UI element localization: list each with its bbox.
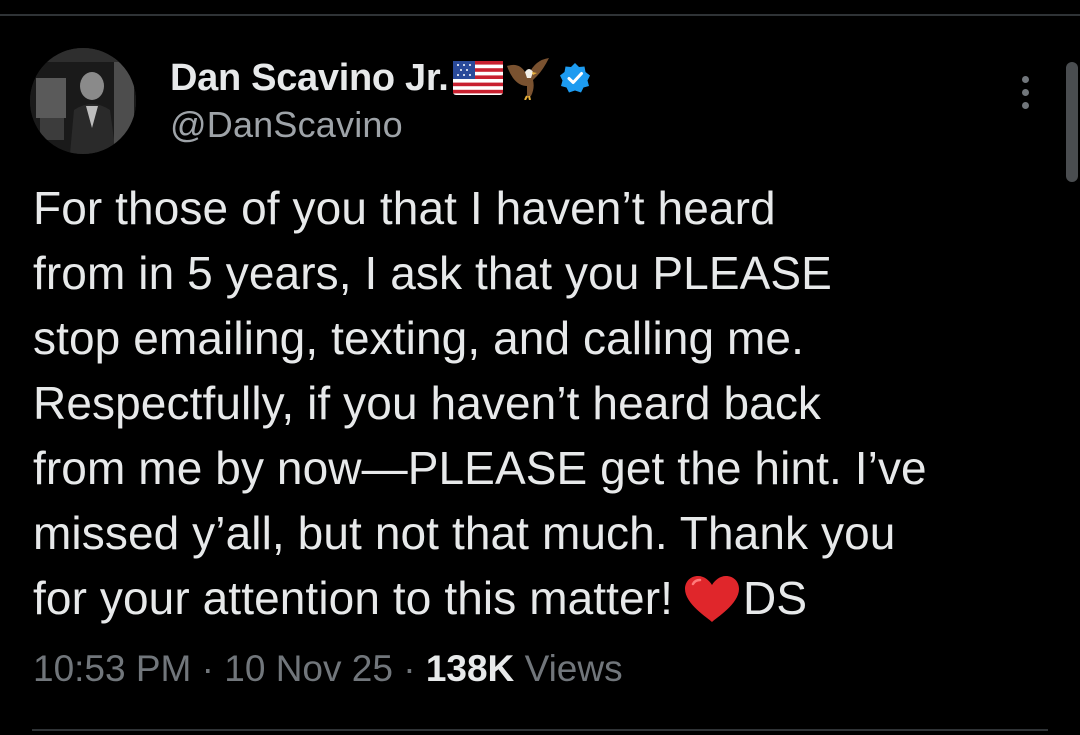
eagle-icon <box>505 56 551 101</box>
tweet-line: from in 5 years, I ask that you PLEASE <box>33 247 832 299</box>
more-options-button[interactable] <box>1010 70 1040 114</box>
author-handle[interactable]: @DanScavino <box>170 104 403 146</box>
avatar-photo <box>30 48 136 154</box>
tweet-line: Respectfully, if you haven’t heard back <box>33 377 822 429</box>
author-avatar[interactable] <box>30 48 136 154</box>
tweet-line: For those of you that I haven’t heard <box>33 182 776 234</box>
tweet-line: stop emailing, texting, and calling me. <box>33 312 804 364</box>
views-label[interactable]: Views <box>525 648 623 689</box>
tweet-line: from me by now—PLEASE get the hint. I’ve <box>33 442 927 494</box>
tweet-line-text: for your attention to this matter! <box>33 572 674 624</box>
views-count[interactable]: 138K <box>426 648 514 689</box>
meta-separator: · <box>403 648 416 689</box>
signature-text: DS <box>743 572 808 624</box>
bottom-divider <box>32 729 1048 731</box>
tweet-meta: 10:53 PM · 10 Nov 25 · 138K Views <box>33 648 623 690</box>
us-flag-icon <box>452 61 503 95</box>
top-divider <box>0 14 1080 16</box>
tweet-time[interactable]: 10:53 PM <box>33 648 191 689</box>
more-vertical-icon-dot <box>1021 88 1029 96</box>
tweet-text: For those of you that I haven’t heard fr… <box>33 176 1033 631</box>
tweet-date[interactable]: 10 Nov 25 <box>224 648 393 689</box>
tweet-line: missed y’all, but not that much. Thank y… <box>33 507 896 559</box>
scrollbar-thumb[interactable] <box>1066 62 1078 182</box>
author-name-row[interactable]: Dan Scavino Jr. <box>170 56 591 101</box>
meta-separator: · <box>201 648 214 689</box>
red-heart-icon <box>683 574 741 624</box>
display-name[interactable]: Dan Scavino Jr. <box>170 57 449 100</box>
verified-badge-icon <box>559 62 591 94</box>
more-vertical-icon-dot <box>1021 101 1029 109</box>
more-vertical-icon <box>1021 75 1029 83</box>
tweet-line-last: for your attention to this matter! DS <box>33 566 1033 631</box>
